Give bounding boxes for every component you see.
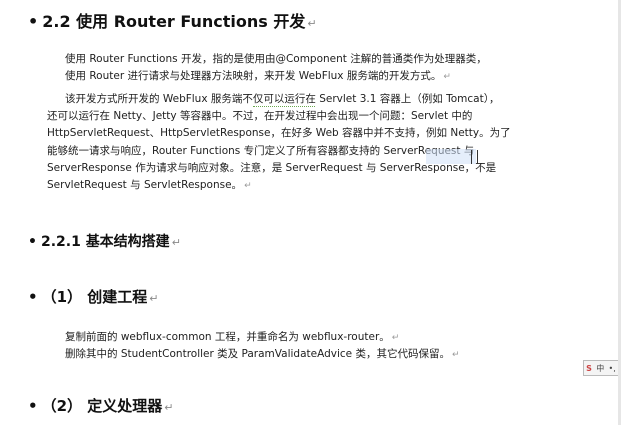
heading-2-2-1: • 2.2.1 基本结构搭建 ↵ [28, 231, 181, 251]
heading-bullet: • [28, 12, 39, 31]
paragraph-intro: 使用 Router Functions 开发，指的是使用由@Component … [65, 51, 595, 85]
ime-toolbar[interactable]: S 中 •, [583, 360, 619, 376]
paragraph-line: 使用 Router 进行请求与处理器方法映射，来开发 WebFlux 服务端的开… [65, 70, 442, 83]
heading-text: 2.2.1 基本结构搭建 [40, 234, 170, 250]
document-page: • 2.2 使用 Router Functions 开发 ↵ 使用 Router F… [0, 0, 621, 425]
heading-text: （2） 定义处理器 [41, 397, 163, 415]
paragraph-mark-icon: ↵ [451, 350, 460, 361]
paragraph-line: 删除其中的 StudentController 类及 ParamValidate… [65, 348, 450, 361]
ime-punctuation-toggle[interactable]: •, [609, 364, 616, 373]
heading-bullet: • [28, 288, 38, 306]
heading-2-2: • 2.2 使用 Router Functions 开发 ↵ [28, 8, 317, 32]
ime-logo-icon[interactable]: S [586, 364, 592, 373]
heading-step-2: • （2） 定义处理器 ↵ [28, 395, 173, 416]
heading-step-1: • （1） 创建工程 ↵ [28, 286, 158, 307]
paragraph-mark-icon: ↵ [164, 401, 174, 414]
grammar-squiggle [253, 104, 315, 107]
paragraph-line: HttpServletRequest、HttpServletResponse，在… [47, 127, 511, 140]
text-selection-highlight [426, 149, 476, 164]
paragraph-mark-icon: ↵ [443, 72, 451, 83]
ime-language-toggle[interactable]: 中 [596, 363, 604, 374]
paragraph-line: ServletRequest 与 ServletResponse。 [47, 178, 243, 191]
text-cursor-icon [471, 150, 478, 164]
heading-text: （1） 创建工程 [41, 288, 148, 306]
paragraph-mark-icon: ↵ [149, 292, 159, 305]
paragraph-line: 使用 Router Functions 开发，指的是使用由@Component … [65, 53, 487, 65]
heading-text: 2.2 使用 Router Functions 开发 [42, 12, 306, 31]
paragraph-description: 该开发方式所开发的 WebFlux 服务端不仅可以运行在 Servlet 3.1… [47, 91, 595, 194]
paragraph-mark-icon: ↵ [307, 17, 317, 30]
paragraph-step-1: 复制前面的 webflux-common 工程，并重命名为 webflux-ro… [65, 329, 595, 363]
heading-bullet: • [28, 397, 38, 415]
paragraph-mark-icon: ↵ [391, 333, 400, 343]
paragraph-line: 还可以运行在 Netty、Jetty 等容器中。不过，在开发过程中会出现一个问题… [47, 110, 473, 123]
paragraph-line-with-selection: 能够统一请求与响应，Router Functions 专门定义了所有容器都支持的… [47, 144, 475, 157]
paragraph-mark-icon: ↵ [244, 180, 252, 191]
paragraph-line: 复制前面的 webflux-common 工程，并重命名为 webflux-ro… [65, 331, 390, 343]
paragraph-mark-icon: ↵ [171, 236, 181, 249]
heading-bullet: • [28, 234, 37, 250]
